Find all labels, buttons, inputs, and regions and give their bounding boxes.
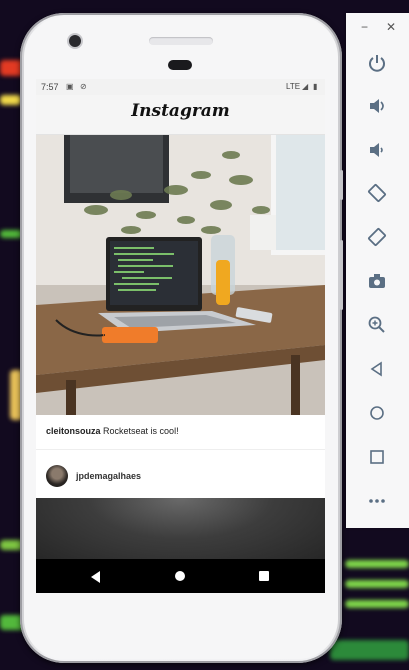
camera-icon[interactable] xyxy=(364,268,390,294)
phone-power-button[interactable] xyxy=(340,170,343,200)
post-caption: cleitonsouza Rocketseat is cool! xyxy=(46,426,179,436)
back-icon[interactable] xyxy=(91,571,100,583)
power-icon[interactable] xyxy=(364,50,390,76)
minimize-icon[interactable]: − xyxy=(361,20,368,34)
emulator-toolbar: − ✕ xyxy=(346,13,409,528)
battery-icon: ▮ xyxy=(313,82,318,91)
phone-volume-button[interactable] xyxy=(340,240,343,310)
device-screen: 7:57 ▣ ⊘ LTE ◢ ▮ Instagram cleitonsouza … xyxy=(36,79,325,593)
notification-icon: ▣ xyxy=(66,82,74,91)
volume-up-icon[interactable] xyxy=(364,93,390,119)
network-type: LTE xyxy=(286,82,301,91)
post-author[interactable]: cleitonsouza xyxy=(46,426,101,436)
desk-photo xyxy=(36,135,325,415)
more-icon[interactable] xyxy=(364,488,390,514)
signal-icon: ◢ xyxy=(302,82,309,91)
avatar[interactable] xyxy=(46,465,68,487)
zoom-icon[interactable] xyxy=(364,312,390,338)
post-description: Rocketseat is cool! xyxy=(103,426,179,436)
rotate-left-icon[interactable] xyxy=(364,180,390,206)
earpiece-speaker xyxy=(149,37,213,45)
close-icon[interactable]: ✕ xyxy=(386,20,396,34)
status-bar: 7:57 ▣ ⊘ LTE ◢ ▮ xyxy=(36,79,325,95)
proximity-sensor xyxy=(168,60,192,70)
post-author[interactable]: jpdemagalhaes xyxy=(76,471,141,481)
front-camera xyxy=(69,35,81,47)
app-header: Instagram xyxy=(36,95,325,135)
post-image[interactable] xyxy=(36,135,325,415)
home-icon[interactable] xyxy=(175,571,185,581)
app-logo: Instagram xyxy=(131,101,230,121)
status-time: 7:57 xyxy=(41,82,59,92)
back-icon[interactable] xyxy=(364,356,390,382)
android-nav-bar xyxy=(36,559,325,593)
post-image[interactable] xyxy=(36,498,325,562)
post-divider xyxy=(36,449,325,450)
rotate-right-icon[interactable] xyxy=(364,224,390,250)
volume-down-icon[interactable] xyxy=(364,137,390,163)
sync-icon: ⊘ xyxy=(80,82,87,91)
overview-icon[interactable] xyxy=(364,444,390,470)
home-icon[interactable] xyxy=(364,400,390,426)
recents-icon[interactable] xyxy=(259,571,269,581)
